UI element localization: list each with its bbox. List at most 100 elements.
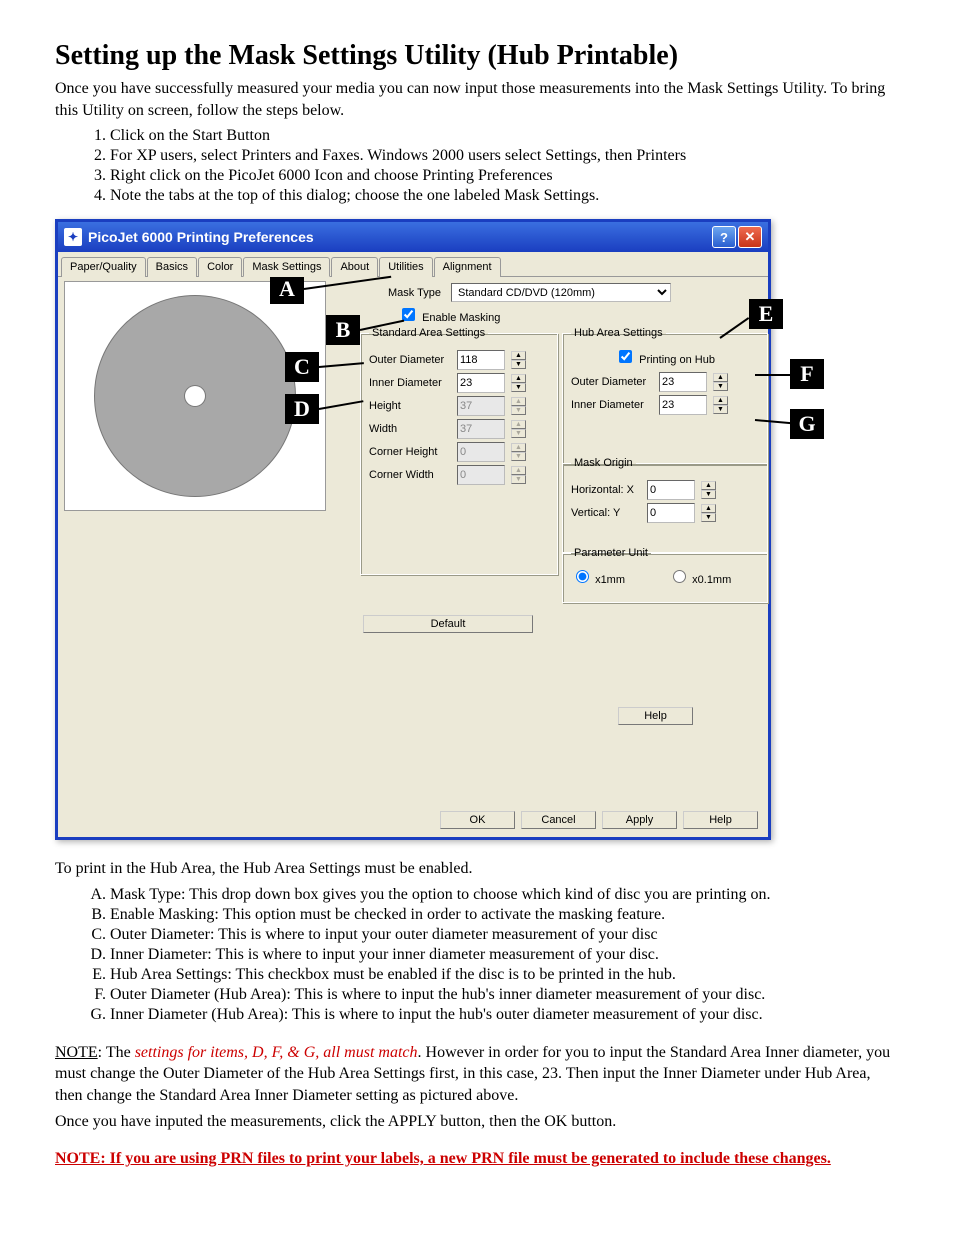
spinner-down[interactable]: ▼	[511, 360, 526, 369]
default-button[interactable]: Default	[363, 615, 533, 633]
hub-inner-label: Inner Diameter	[571, 399, 653, 411]
list-item: Inner Diameter (Hub Area): This is where…	[110, 1006, 899, 1024]
note-paragraph: NOTE: The settings for items, D, F, & G,…	[55, 1042, 899, 1107]
page-title: Setting up the Mask Settings Utility (Hu…	[55, 40, 899, 72]
app-icon: ✦	[64, 228, 82, 246]
spinner-down: ▼	[511, 475, 526, 484]
titlebar-help-button[interactable]: ?	[712, 226, 736, 248]
hub-area-fieldset: Hub Area Settings Printing on Hub Outer …	[562, 327, 768, 465]
apply-button[interactable]: Apply	[602, 811, 677, 829]
tab-paper-quality[interactable]: Paper/Quality	[61, 257, 146, 277]
spinner-down: ▼	[511, 406, 526, 415]
note-red-text: settings for items, D, F, & G, all must …	[135, 1044, 418, 1061]
height-label: Height	[369, 400, 451, 412]
disc-outer-circle	[95, 296, 295, 496]
tab-about[interactable]: About	[331, 257, 378, 277]
spinner-up[interactable]: ▲	[713, 373, 728, 382]
spinner-up[interactable]: ▲	[701, 481, 716, 490]
inner-diameter-input[interactable]	[457, 373, 505, 393]
spinner-up[interactable]: ▲	[701, 504, 716, 513]
tab-utilities[interactable]: Utilities	[379, 257, 432, 277]
width-label: Width	[369, 423, 451, 435]
cancel-button[interactable]: Cancel	[521, 811, 596, 829]
tab-color[interactable]: Color	[198, 257, 242, 277]
note-label: NOTE	[55, 1044, 98, 1061]
mask-origin-fieldset: Mask Origin Horizontal: X ▲▼ Vertical: Y…	[562, 457, 768, 553]
corner-width-input	[457, 465, 505, 485]
note-line2: Once you have inputed the measurements, …	[55, 1111, 899, 1133]
spinner-down[interactable]: ▼	[701, 490, 716, 499]
spinner-down[interactable]: ▼	[701, 513, 716, 522]
help-button-footer[interactable]: Help	[683, 811, 758, 829]
printing-on-hub-label: Printing on Hub	[639, 354, 715, 366]
list-item: Note the tabs at the top of this dialog;…	[110, 187, 899, 205]
hub-outer-input[interactable]	[659, 372, 707, 392]
spinner-up: ▲	[511, 420, 526, 429]
inner-diameter-label: Inner Diameter	[369, 377, 451, 389]
steps-list: Click on the Start Button For XP users, …	[55, 127, 899, 205]
outer-diameter-input[interactable]	[457, 350, 505, 370]
dialog-body: Mask Type Standard CD/DVD (120mm) Enable…	[58, 277, 768, 837]
printing-on-hub-checkbox[interactable]	[619, 350, 632, 363]
corner-width-label: Corner Width	[369, 469, 451, 481]
spinner-down[interactable]: ▼	[713, 405, 728, 414]
mask-type-select[interactable]: Standard CD/DVD (120mm)	[451, 283, 671, 302]
hub-area-paragraph: To print in the Hub Area, the Hub Area S…	[55, 858, 899, 880]
enable-masking-checkbox[interactable]	[402, 308, 415, 321]
callout-g: G	[790, 409, 824, 439]
tab-mask-settings[interactable]: Mask Settings	[243, 257, 330, 277]
x1mm-radio[interactable]	[576, 570, 589, 583]
spinner-up[interactable]: ▲	[511, 374, 526, 383]
spinner-down[interactable]: ▼	[713, 382, 728, 391]
vertical-y-input[interactable]	[647, 503, 695, 523]
mask-origin-legend: Mask Origin	[571, 457, 636, 469]
callout-e: E	[749, 299, 783, 329]
spinner-up[interactable]: ▲	[511, 351, 526, 360]
disc-inner-circle	[185, 386, 205, 406]
corner-height-label: Corner Height	[369, 446, 451, 458]
x01mm-label: x0.1mm	[692, 574, 731, 586]
horizontal-x-label: Horizontal: X	[571, 484, 641, 496]
help-button[interactable]: Help	[618, 707, 693, 725]
list-item: Enable Masking: This option must be chec…	[110, 906, 899, 924]
list-item: Mask Type: This drop down box gives you …	[110, 886, 899, 904]
hub-area-legend: Hub Area Settings	[571, 327, 666, 339]
spinner-up: ▲	[511, 466, 526, 475]
tab-alignment[interactable]: Alignment	[434, 257, 501, 277]
spinner-up[interactable]: ▲	[713, 396, 728, 405]
callout-f: F	[790, 359, 824, 389]
hub-outer-label: Outer Diameter	[571, 376, 653, 388]
parameter-unit-legend: Parameter Unit	[571, 547, 651, 559]
spinner-up: ▲	[511, 443, 526, 452]
x1mm-label: x1mm	[595, 574, 625, 586]
spinner-down: ▼	[511, 429, 526, 438]
window-title: PicoJet 6000 Printing Preferences	[88, 229, 314, 245]
items-list: Mask Type: This drop down box gives you …	[55, 886, 899, 1024]
callout-a: A	[270, 274, 304, 304]
horizontal-x-input[interactable]	[647, 480, 695, 500]
width-input	[457, 419, 505, 439]
printing-preferences-dialog: ✦ PicoJet 6000 Printing Preferences ? ✕ …	[55, 219, 771, 840]
list-item: Outer Diameter (Hub Area): This is where…	[110, 986, 899, 1004]
note-colon: : The	[98, 1044, 135, 1061]
list-item: Hub Area Settings: This checkbox must be…	[110, 966, 899, 984]
list-item: Inner Diameter: This is where to input y…	[110, 946, 899, 964]
spinner-up: ▲	[511, 397, 526, 406]
tab-strip: Paper/Quality Basics Color Mask Settings…	[58, 252, 768, 277]
dialog-screenshot: ✦ PicoJet 6000 Printing Preferences ? ✕ …	[55, 219, 899, 840]
vertical-y-label: Vertical: Y	[571, 507, 641, 519]
standard-area-legend: Standard Area Settings	[369, 327, 488, 339]
callout-line	[755, 374, 795, 376]
x01mm-radio[interactable]	[673, 570, 686, 583]
tab-basics[interactable]: Basics	[147, 257, 197, 277]
intro-paragraph: Once you have successfully measured your…	[55, 78, 899, 121]
hub-inner-input[interactable]	[659, 395, 707, 415]
spinner-down[interactable]: ▼	[511, 383, 526, 392]
ok-button[interactable]: OK	[440, 811, 515, 829]
parameter-unit-fieldset: Parameter Unit x1mm x0.1mm	[562, 547, 768, 603]
spinner-down: ▼	[511, 452, 526, 461]
corner-height-input	[457, 442, 505, 462]
titlebar: ✦ PicoJet 6000 Printing Preferences ? ✕	[58, 222, 768, 252]
mask-type-label: Mask Type	[388, 287, 441, 299]
close-button[interactable]: ✕	[738, 226, 762, 248]
